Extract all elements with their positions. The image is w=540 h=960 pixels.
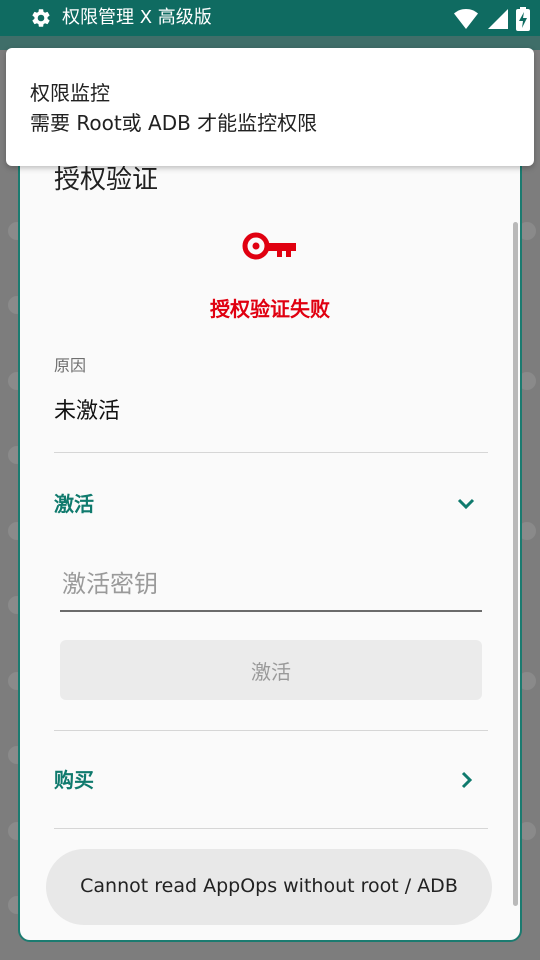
status-bar: 权限管理 X 高级版 [0,0,540,36]
buy-section[interactable]: 购买 [54,760,488,800]
chevron-down-icon [457,498,475,510]
reason-label: 原因 [54,356,87,375]
toast-text: Cannot read AppOps without root / ADB [80,875,458,897]
wifi-icon [454,9,478,29]
auth-failed-status: 授权验证失败 [210,297,330,321]
notification-card[interactable]: 权限监控 需要 Root或 ADB 才能监控权限 [6,48,534,166]
scrollbar[interactable] [513,222,518,906]
activate-section-label: 激活 [54,492,94,516]
signal-icon [488,9,508,29]
system-icons [454,7,530,31]
divider [54,452,488,453]
buy-section-label: 购买 [54,768,94,792]
activate-button[interactable]: 激活 [60,640,482,700]
dialog-title: 授权验证 [54,165,159,195]
reason-value: 未激活 [54,399,121,424]
notification-title: 权限监控 [30,81,110,105]
chevron-right-icon [461,771,473,789]
toast-message: Cannot read AppOps without root / ADB [46,849,492,925]
battery-icon [516,7,530,31]
license-dialog: 授权验证 授权验证失败 原因 未激活 激活 激活 购买 试用 [18,132,522,942]
activation-key-input[interactable] [60,562,482,612]
divider [54,828,488,829]
key-icon [242,232,296,260]
divider [54,730,488,731]
gear-icon [32,9,50,27]
activate-section-header[interactable]: 激活 [54,484,488,524]
status-bar-title: 权限管理 X 高级版 [62,7,212,28]
notification-body: 需要 Root或 ADB 才能监控权限 [30,111,318,135]
